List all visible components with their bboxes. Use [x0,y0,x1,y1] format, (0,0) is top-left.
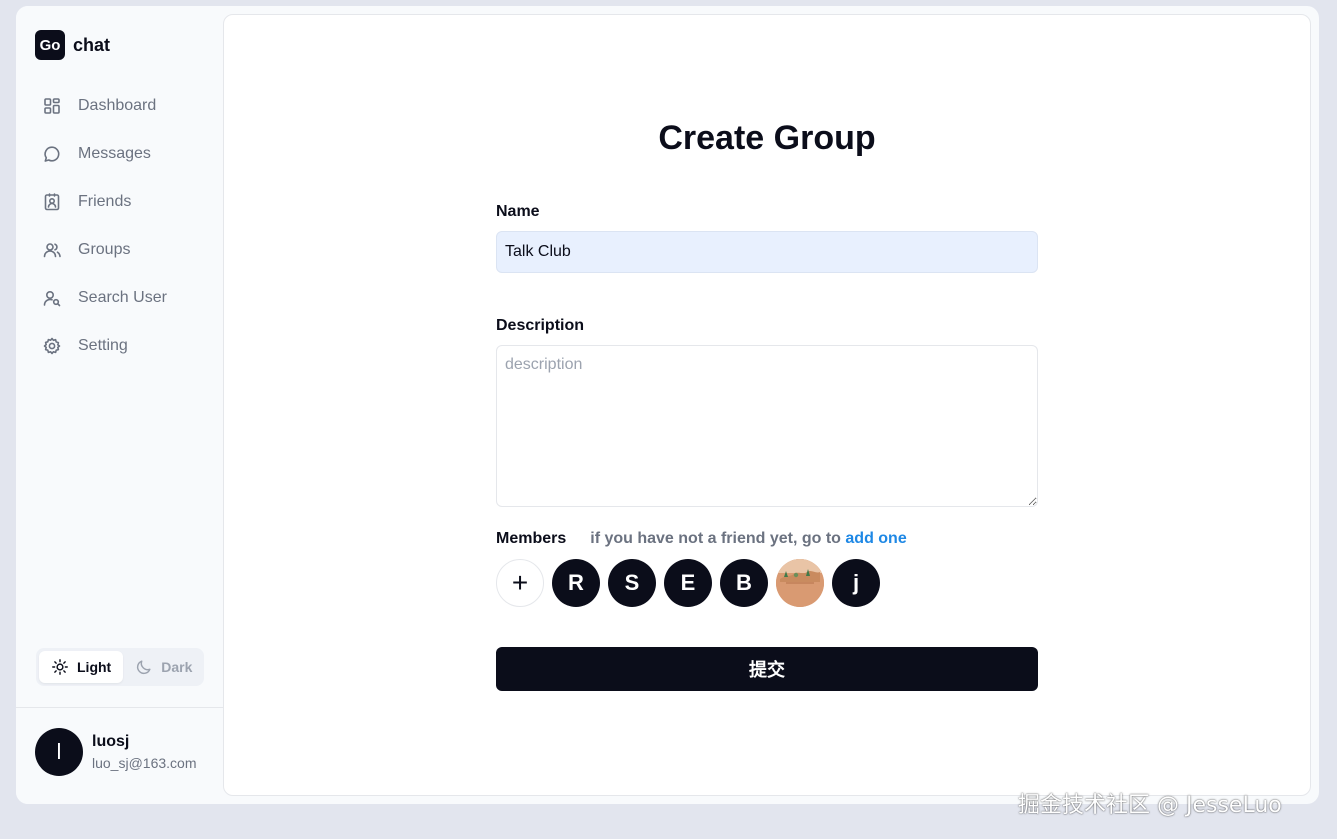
sidebar-item-label: Search User [78,289,167,306]
sidebar-item-label: Groups [78,241,131,258]
theme-dark-button[interactable]: Dark [123,651,204,683]
profile-name: luosj [92,733,130,750]
theme-light-label: Light [77,659,112,675]
gear-icon [43,337,61,355]
brand-name: chat [73,34,111,55]
member-avatar[interactable]: R [552,559,600,607]
member-avatars: + R S E B j [496,559,880,607]
moon-icon [137,660,151,675]
member-avatar[interactable]: E [664,559,712,607]
sidebar-nav: Dashboard Messages Friends Groups Search… [16,82,223,370]
profile-email: luo_sj@163.com [92,755,197,771]
member-avatar-photo[interactable] [776,559,824,607]
users-icon [43,243,61,258]
theme-toggle: Light Dark [36,648,204,686]
dashboard-icon [44,98,60,114]
sidebar: Go chat Dashboard Messages Friends Group… [16,6,223,804]
sidebar-item-groups[interactable]: Groups [16,226,223,274]
divider [16,707,223,708]
members-hint-text: if you have not a friend yet, go to [590,530,841,547]
contact-icon [44,193,60,211]
member-avatar[interactable]: j [832,559,880,607]
brand-logo: Go [35,30,65,60]
user-profile[interactable]: l luosj luo_sj@163.com [35,728,197,776]
members-label: Members [496,530,567,547]
sidebar-item-label: Messages [78,145,151,162]
name-label: Name [496,203,540,220]
app-window: Go chat Dashboard Messages Friends Group… [16,6,1319,804]
avatar-photo-image [776,559,824,607]
members-header: Members if you have not a friend yet, go… [496,530,1038,548]
members-hint: if you have not a friend yet, go to add … [590,530,906,548]
main-panel: Create Group Name Description Members if… [223,14,1311,796]
name-input[interactable] [496,231,1038,273]
sidebar-item-search-user[interactable]: Search User [16,274,223,322]
sun-icon [52,659,68,675]
message-icon [44,146,60,162]
theme-light-button[interactable]: Light [39,651,124,683]
sidebar-item-label: Friends [78,193,132,210]
add-member-button[interactable]: + [496,559,544,607]
submit-button[interactable]: 提交 [496,647,1038,691]
sidebar-item-setting[interactable]: Setting [16,322,223,370]
add-friend-link[interactable]: add one [845,530,906,547]
sidebar-item-messages[interactable]: Messages [16,130,223,178]
sidebar-item-dashboard[interactable]: Dashboard [16,82,223,130]
sidebar-item-label: Dashboard [78,97,157,114]
avatar: l [35,728,83,776]
page-title: Create Group [658,119,876,157]
brand[interactable]: Go chat [35,30,110,60]
theme-dark-label: Dark [161,659,193,675]
sidebar-item-label: Setting [78,337,128,354]
member-avatar[interactable]: S [608,559,656,607]
description-label: Description [496,317,585,334]
description-textarea[interactable] [496,345,1038,507]
user-search-icon [43,290,61,307]
member-avatar[interactable]: B [720,559,768,607]
watermark-text: 掘金技术社区 @ JesseLuo [1018,793,1282,818]
sidebar-item-friends[interactable]: Friends [16,178,223,226]
